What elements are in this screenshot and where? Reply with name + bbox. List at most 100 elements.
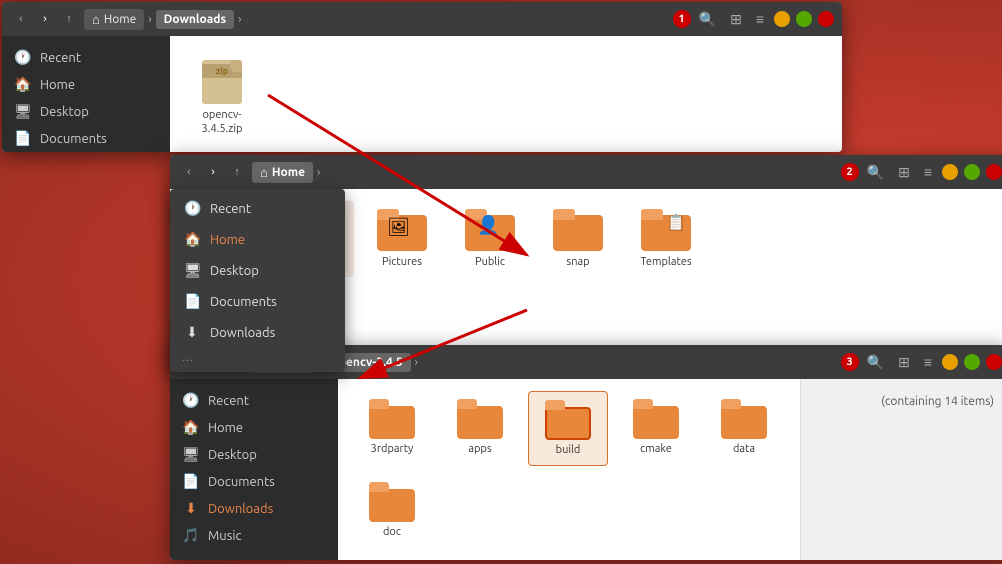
dropdown-downloads-icon: ⬇: [184, 324, 200, 341]
sidebar-item-documents-3[interactable]: 📄 Documents: [170, 468, 338, 495]
folder-body-sel: [545, 407, 591, 440]
folder-tab: [369, 399, 389, 409]
file-public[interactable]: 👤 Public: [450, 201, 530, 277]
breadcrumb-arrow-2: ›: [315, 166, 322, 179]
up-button-1[interactable]: ↑: [58, 8, 80, 30]
file-pictures[interactable]: 🖼 Pictures: [362, 201, 442, 277]
sidebar-item-documents-1[interactable]: 📄 Documents: [2, 125, 170, 152]
folder-apps: [457, 399, 503, 439]
dropdown-downloads-label: Downloads: [210, 326, 275, 340]
file-snap[interactable]: snap: [538, 201, 618, 277]
file-opencv-zip[interactable]: opencv-3.4.5.zip: [182, 52, 262, 145]
template-icon: 📋: [666, 213, 686, 232]
close-3[interactable]: [986, 354, 1002, 370]
search-button-3[interactable]: 🔍: [863, 352, 888, 373]
view-toggle-1[interactable]: ⊞: [726, 9, 746, 30]
content-3: 🕐 Recent 🏠 Home 🖥 Desktop 📄 Documents ⬇ …: [170, 379, 1002, 560]
folder-body-snap: [553, 215, 603, 251]
sidebar-item-desktop-1[interactable]: 🖥 Desktop: [2, 98, 170, 125]
file-modules[interactable]: modules: [440, 556, 520, 560]
content-1: 🕐 Recent 🏠 Home 🖥 Desktop 📄 Documents ⬇ …: [2, 36, 842, 152]
info-panel-3: (containing 14 items): [800, 379, 1002, 560]
view-toggle-3[interactable]: ⊞: [894, 352, 914, 373]
breadcrumb-sep-1: ›: [146, 13, 153, 26]
file-include[interactable]: include: [352, 556, 432, 560]
breadcrumb-home-2[interactable]: ⌂ Home: [252, 162, 313, 183]
close-2[interactable]: [986, 164, 1002, 180]
file-3rdparty[interactable]: 3rdparty: [352, 391, 432, 466]
breadcrumb-arrow-3: ›: [413, 356, 420, 369]
menu-button-3[interactable]: ≡: [920, 352, 936, 372]
titlebar-2: ‹ › ↑ ⌂ Home › 2 🔍 ⊞ ≡: [170, 155, 1002, 189]
file-apps[interactable]: apps: [440, 391, 520, 466]
sidebar-item-home-1[interactable]: 🏠 Home: [2, 71, 170, 98]
sidebar-home-label-1: Home: [40, 78, 75, 92]
menu-button-1[interactable]: ≡: [752, 9, 768, 29]
dropdown-recent[interactable]: 🕐 Recent: [170, 193, 345, 224]
sidebar-1: 🕐 Recent 🏠 Home 🖥 Desktop 📄 Documents ⬇ …: [2, 36, 170, 152]
desktop-icon-3: 🖥: [182, 446, 200, 463]
window-opencv: ‹ › ↑ ⌂ Home › opencv-3.4.5 › 3 🔍 ⊞ ≡: [170, 345, 1002, 560]
maximize-1[interactable]: [796, 11, 812, 27]
file-grid-1: opencv-3.4.5.zip: [182, 52, 830, 145]
sidebar-item-recent-3[interactable]: 🕐 Recent: [170, 387, 338, 414]
minimize-2[interactable]: [942, 164, 958, 180]
sidebar-item-home-3[interactable]: 🏠 Home: [170, 414, 338, 441]
minimize-1[interactable]: [774, 11, 790, 27]
breadcrumb-1: ⌂ Home › Downloads ›: [84, 9, 665, 30]
dropdown-home-label: Home: [210, 233, 245, 247]
dropdown-recent-icon: 🕐: [184, 200, 200, 217]
file-build[interactable]: build: [528, 391, 608, 466]
documents-icon-3: 📄: [182, 473, 200, 490]
back-button-1[interactable]: ‹: [10, 8, 32, 30]
file-name-cmake: cmake: [640, 442, 672, 456]
file-name-build: build: [556, 443, 581, 457]
file-templates[interactable]: 📋 Templates: [626, 201, 706, 277]
close-1[interactable]: [818, 11, 834, 27]
recent-icon-1: 🕐: [14, 49, 32, 66]
breadcrumb-arrow-1: ›: [236, 13, 243, 26]
maximize-3[interactable]: [964, 354, 980, 370]
dropdown-desktop[interactable]: 🖥 Desktop: [170, 255, 345, 286]
search-button-1[interactable]: 🔍: [695, 9, 720, 30]
forward-button-1[interactable]: ›: [34, 8, 56, 30]
dropdown-documents[interactable]: 📄 Documents: [170, 286, 345, 317]
dropdown-downloads[interactable]: ⬇ Downloads: [170, 317, 345, 348]
minimize-3[interactable]: [942, 354, 958, 370]
folder-build: [545, 400, 591, 440]
breadcrumb-current-1[interactable]: Downloads: [156, 10, 235, 29]
view-toggle-2[interactable]: ⊞: [894, 162, 914, 183]
maximize-2[interactable]: [964, 164, 980, 180]
file-name-zip: opencv-3.4.5.zip: [186, 108, 258, 137]
file-doc[interactable]: doc: [352, 474, 432, 547]
sidebar-item-recent-1[interactable]: 🕐 Recent: [2, 44, 170, 71]
sidebar-item-music-3[interactable]: 🎵 Music: [170, 522, 338, 549]
sidebar-documents-label-3: Documents: [208, 475, 275, 489]
forward-button-2[interactable]: ›: [202, 161, 224, 183]
menu-button-2[interactable]: ≡: [920, 162, 936, 182]
nav-buttons-1: ‹ › ↑: [10, 8, 80, 30]
dropdown-desktop-label: Desktop: [210, 264, 259, 278]
breadcrumb-home-1[interactable]: ⌂ Home: [84, 9, 144, 30]
sidebar-item-downloads-3[interactable]: ⬇ Downloads: [170, 495, 338, 522]
file-samples[interactable]: samples: [616, 556, 696, 560]
file-name-public: Public: [475, 255, 505, 269]
folder-tab: [457, 399, 477, 409]
file-cmakelists[interactable]: CMakeLists.txt: [704, 556, 784, 560]
breadcrumb-home-label-1: Home: [104, 13, 136, 26]
file-platforms[interactable]: platforms: [528, 556, 608, 560]
search-button-2[interactable]: 🔍: [863, 162, 888, 183]
documents-icon-1: 📄: [14, 130, 32, 147]
sidebar-item-desktop-3[interactable]: 🖥 Desktop: [170, 441, 338, 468]
dropdown-home[interactable]: 🏠 Home: [170, 224, 345, 255]
file-data[interactable]: data: [704, 391, 784, 466]
folder-body: [457, 406, 503, 439]
back-button-2[interactable]: ‹: [178, 161, 200, 183]
file-cmake[interactable]: cmake: [616, 391, 696, 466]
folder-tab: [721, 399, 741, 409]
up-button-2[interactable]: ↑: [226, 161, 248, 183]
public-icon: 👤: [477, 215, 499, 236]
downloads-icon-3: ⬇: [182, 500, 200, 517]
folder-tab-snap: [553, 209, 575, 220]
dropdown-desktop-icon: 🖥: [184, 262, 200, 279]
